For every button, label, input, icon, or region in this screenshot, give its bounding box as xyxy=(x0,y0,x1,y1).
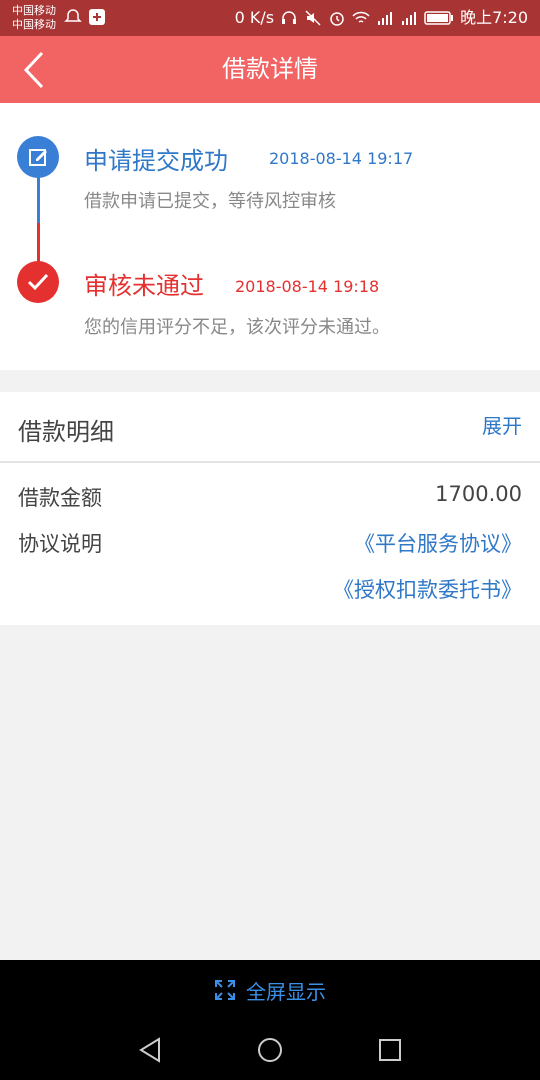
square-recents-icon xyxy=(379,1039,401,1061)
step-rejected-title: 审核未通过 xyxy=(84,272,204,300)
carrier-1: 中国移动 xyxy=(12,4,56,17)
clock: 晚上7:20 xyxy=(460,8,528,27)
circle-home-icon xyxy=(258,1038,282,1062)
headset-icon xyxy=(282,11,297,24)
notification-icons xyxy=(64,8,106,26)
app-header: 借款详情 xyxy=(0,36,540,103)
amount-value: 1700.00 xyxy=(435,482,522,506)
step-rejected-time: 2018-08-14 19:18 xyxy=(235,277,380,296)
loan-detail-section: 借款明细 展开 借款金额 1700.00 协议说明 《平台服务协议》 《授权扣款… xyxy=(0,392,540,625)
signal-4g-icon xyxy=(378,12,393,25)
network-speed: 0 K/s xyxy=(234,8,275,27)
app-notification-icon xyxy=(89,9,105,25)
signal-2g-icon xyxy=(402,12,417,25)
status-timeline: 申请提交成功 2018-08-14 19:17 借款申请已提交，等待风控审核 审… xyxy=(0,103,540,370)
service-agreement-link[interactable]: 《平台服务协议》 xyxy=(354,528,522,558)
battery-icon xyxy=(424,11,454,25)
divider xyxy=(0,461,540,463)
agreement-label: 协议说明 xyxy=(18,532,102,556)
check-icon xyxy=(27,273,49,291)
system-nav-bar xyxy=(0,1020,540,1080)
fullscreen-label: 全屏显示 xyxy=(246,979,326,1004)
status-bar: 中国移动 中国移动 0 K/s 晚上7:20 xyxy=(0,0,540,36)
bell-icon xyxy=(64,9,82,22)
step-rejected-marker xyxy=(17,261,59,303)
status-right: 0 K/s 晚上7:20 xyxy=(235,8,528,28)
wifi-icon xyxy=(352,11,370,23)
fullscreen-button[interactable]: 全屏显示 xyxy=(0,960,540,1020)
edit-icon xyxy=(29,149,47,166)
carrier-info: 中国移动 中国移动 xyxy=(12,4,56,32)
nav-back-button[interactable] xyxy=(135,1035,165,1065)
alarm-icon xyxy=(330,12,344,26)
carrier-2: 中国移动 xyxy=(12,18,56,31)
step-rejected-desc: 您的信用评分不足，该次评分未通过。 xyxy=(84,317,390,338)
step-submitted-title: 申请提交成功 xyxy=(84,147,228,175)
step-submitted-desc: 借款申请已提交，等待风控审核 xyxy=(84,191,336,212)
debit-authorization-link[interactable]: 《授权扣款委托书》 xyxy=(333,574,522,604)
step-submitted-time: 2018-08-14 19:17 xyxy=(269,149,414,168)
expand-button[interactable]: 展开 xyxy=(482,410,522,439)
nav-home-button[interactable] xyxy=(255,1035,285,1065)
expand-icon xyxy=(215,980,235,1000)
detail-title: 借款明细 xyxy=(18,418,114,446)
triangle-back-icon xyxy=(139,1037,160,1063)
step-submitted-marker xyxy=(17,136,59,178)
page-title: 借款详情 xyxy=(222,55,318,83)
nav-recents-button[interactable] xyxy=(375,1035,405,1065)
mute-icon xyxy=(305,10,321,26)
timeline-connector-red xyxy=(37,223,40,263)
amount-label: 借款金额 xyxy=(18,486,102,510)
